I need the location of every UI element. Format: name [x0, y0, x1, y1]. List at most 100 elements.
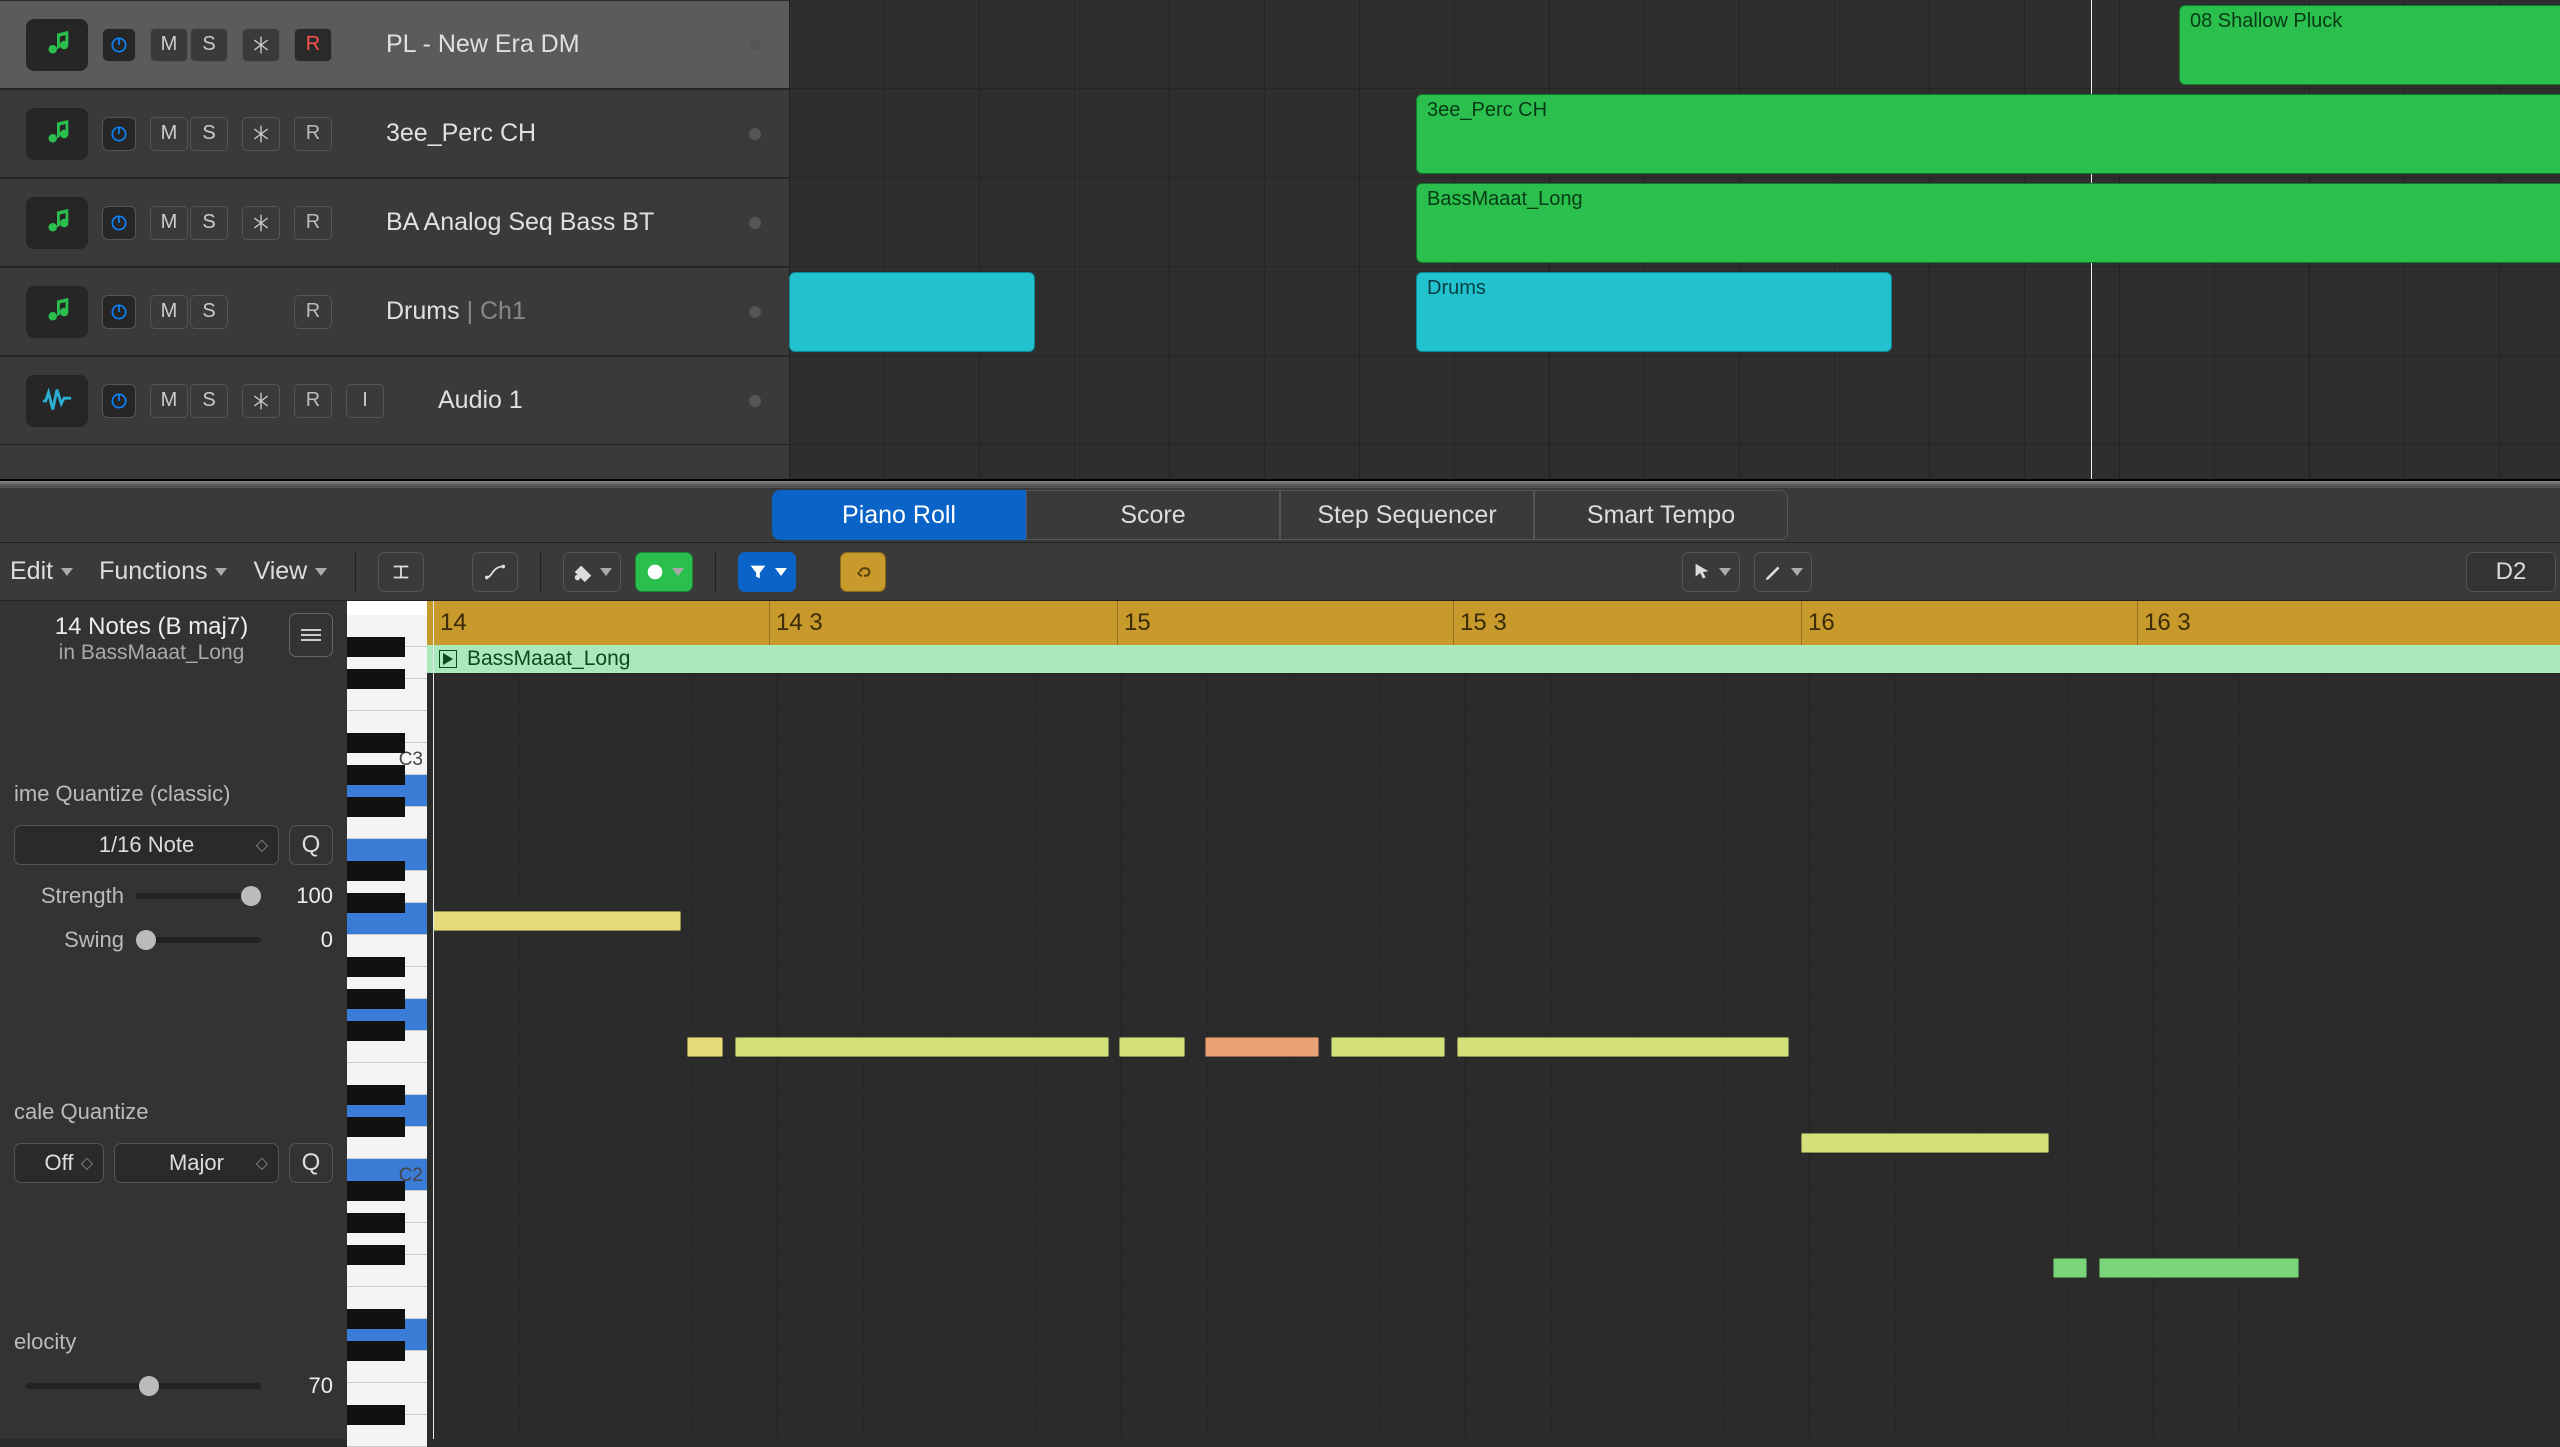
clip-canvas[interactable]: 08 Shallow Pluck 3ee_Perc CH BassMaaat_Lon…	[789, 0, 2560, 479]
velocity-label: elocity	[14, 1329, 333, 1355]
clip[interactable]: 08 Shallow Pluck	[2179, 5, 2560, 85]
track-list: MSRPL - New Era DMMSR3ee_Perc CHMSRBA An…	[0, 0, 789, 479]
link-icon[interactable]	[840, 552, 886, 592]
mute-button[interactable]: M	[150, 28, 188, 62]
scale-quantize-button[interactable]: Q	[289, 1143, 333, 1183]
record-button[interactable]: R	[294, 28, 332, 62]
time-quantize-select[interactable]: 1/16 Note	[14, 825, 279, 865]
piano-roll-sidebar: 14 Notes (B maj7) in BassMaaat_Long ime …	[0, 601, 427, 1439]
quantize-button[interactable]: Q	[289, 825, 333, 865]
arrange-area: MSRPL - New Era DMMSR3ee_Perc CHMSRBA An…	[0, 0, 2560, 481]
clip[interactable]	[789, 272, 1035, 352]
functions-menu[interactable]: Functions	[93, 553, 233, 590]
record-button[interactable]: R	[294, 206, 332, 240]
mute-button[interactable]: M	[150, 295, 188, 329]
tab-step-sequencer[interactable]: Step Sequencer	[1280, 490, 1534, 540]
instrument-icon	[26, 286, 88, 338]
record-button[interactable]: R	[294, 295, 332, 329]
power-button[interactable]	[102, 295, 136, 329]
solo-button[interactable]: S	[190, 206, 228, 240]
scale-key-select[interactable]: Off	[14, 1143, 104, 1183]
play-region-icon[interactable]	[439, 650, 457, 668]
solo-button[interactable]: S	[190, 384, 228, 418]
freeze-button[interactable]	[242, 384, 280, 418]
ruler-tick: 16	[1801, 601, 1835, 645]
mute-button[interactable]: M	[150, 384, 188, 418]
track-row[interactable]: MS RI Audio 1	[0, 356, 789, 445]
instrument-icon	[26, 19, 88, 71]
solo-button[interactable]: S	[190, 117, 228, 151]
note-color-icon[interactable]	[563, 552, 621, 592]
solo-button[interactable]: S	[190, 295, 228, 329]
tab-score[interactable]: Score	[1026, 490, 1280, 540]
midi-note[interactable]	[735, 1037, 1109, 1057]
strength-slider[interactable]: Strength 100	[14, 883, 333, 909]
midi-note[interactable]	[1801, 1133, 2049, 1153]
track-name: Audio 1	[438, 386, 789, 415]
freeze-button[interactable]	[242, 117, 280, 151]
instrument-icon	[26, 197, 88, 249]
power-button[interactable]	[102, 28, 136, 62]
tab-piano-roll[interactable]: Piano Roll	[772, 490, 1026, 540]
record-button[interactable]: R	[294, 117, 332, 151]
power-button[interactable]	[102, 117, 136, 151]
midi-note[interactable]	[1331, 1037, 1445, 1057]
bar-ruler[interactable]: 1414 31515 31616 3	[427, 601, 2560, 645]
power-button[interactable]	[102, 384, 136, 418]
midi-note[interactable]	[2099, 1258, 2299, 1278]
clip[interactable]: BassMaaat_Long	[1416, 183, 2560, 263]
tab-smart-tempo[interactable]: Smart Tempo	[1534, 490, 1788, 540]
velocity-slider[interactable]: 70	[14, 1373, 333, 1399]
waveform-icon	[26, 375, 88, 427]
midi-note[interactable]	[1119, 1037, 1185, 1057]
track-indicator-icon	[749, 39, 761, 51]
edit-menu[interactable]: Edit	[4, 553, 79, 590]
editor-toolbar: Edit Functions View D2	[0, 543, 2560, 601]
clip[interactable]: Drums	[1416, 272, 1892, 352]
freeze-button[interactable]	[242, 28, 280, 62]
view-menu[interactable]: View	[247, 553, 333, 590]
track-name: Drums | Ch1	[386, 297, 789, 326]
track-row[interactable]: MS R 3ee_Perc CH	[0, 89, 789, 178]
power-button[interactable]	[102, 206, 136, 240]
playhead[interactable]	[433, 601, 434, 1439]
mute-button[interactable]: M	[150, 117, 188, 151]
track-indicator-icon	[749, 306, 761, 318]
ruler-tick: 14 3	[769, 601, 823, 645]
region-color-icon[interactable]	[635, 552, 693, 592]
midi-note[interactable]	[687, 1037, 723, 1057]
mute-button[interactable]: M	[150, 206, 188, 240]
midi-note[interactable]	[2053, 1258, 2087, 1278]
solo-button[interactable]: S	[190, 28, 228, 62]
pencil-tool[interactable]	[1754, 552, 1812, 592]
pointer-tool[interactable]	[1682, 552, 1740, 592]
midi-filter-icon[interactable]	[738, 552, 796, 592]
region-header[interactable]: BassMaaat_Long	[427, 645, 2560, 673]
freeze-button[interactable]	[242, 206, 280, 240]
note-indicator: D2	[2466, 552, 2556, 592]
record-button[interactable]: R	[294, 384, 332, 418]
midi-note[interactable]	[1205, 1037, 1319, 1057]
track-name: 3ee_Perc CH	[386, 119, 789, 148]
ruler-tick: 16 3	[2137, 601, 2191, 645]
editor-tabs: Piano RollScoreStep SequencerSmart Tempo	[0, 487, 2560, 543]
instrument-icon	[26, 108, 88, 160]
clip[interactable]: 3ee_Perc CH	[1416, 94, 2560, 174]
automation-curve-icon[interactable]	[472, 552, 518, 592]
track-row[interactable]: MS R PL - New Era DM	[0, 0, 789, 89]
collapse-inspector-icon[interactable]	[289, 613, 333, 657]
scale-quantize-label: cale Quantize	[14, 1099, 333, 1125]
track-row[interactable]: MS R Drums | Ch1	[0, 267, 789, 356]
midi-note[interactable]	[433, 911, 681, 931]
input-monitor-button[interactable]: I	[346, 384, 384, 418]
piano-keys[interactable]: C3C2	[347, 601, 427, 1439]
note-grid[interactable]: 1414 31515 31616 3 BassMaaat_Long	[427, 601, 2560, 1439]
midi-note[interactable]	[1457, 1037, 1789, 1057]
track-row[interactable]: MSRBA Analog Seq Bass BT	[0, 178, 789, 267]
track-name: PL - New Era DM	[386, 30, 789, 59]
scale-mode-select[interactable]: Major	[114, 1143, 279, 1183]
swing-slider[interactable]: Swing 0	[14, 927, 333, 953]
selection-subtitle: in BassMaaat_Long	[14, 641, 289, 665]
collapse-icon[interactable]	[378, 552, 424, 592]
ruler-tick: 15 3	[1453, 601, 1507, 645]
